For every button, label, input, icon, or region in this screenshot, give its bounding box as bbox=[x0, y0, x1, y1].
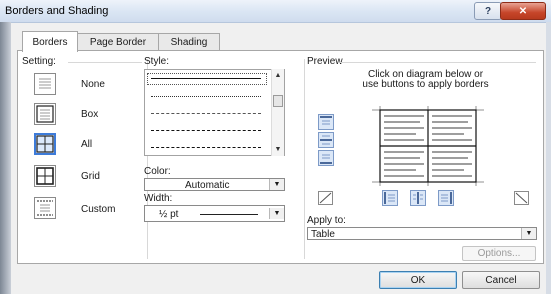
setting-all-icon[interactable] bbox=[34, 133, 56, 155]
width-value: ½ pt bbox=[159, 209, 179, 220]
setting-rule bbox=[68, 62, 142, 63]
scroll-thumb[interactable] bbox=[273, 95, 283, 107]
preview-diagram[interactable] bbox=[370, 106, 486, 186]
width-sample-line bbox=[200, 214, 258, 215]
tab-shading-label: Shading bbox=[170, 37, 208, 48]
inside-horizontal-border-button[interactable] bbox=[318, 132, 334, 148]
color-label: Color: bbox=[144, 166, 171, 177]
tab-borders-label: Borders bbox=[32, 36, 68, 48]
width-dropdown[interactable]: ½ pt ▼ bbox=[144, 205, 285, 222]
style-option-dashed[interactable] bbox=[151, 130, 261, 131]
color-dropdown[interactable]: Automatic ▼ bbox=[144, 178, 285, 191]
style-list[interactable] bbox=[144, 69, 285, 156]
help-button[interactable]: ? bbox=[474, 2, 502, 20]
setting-label: Setting: bbox=[22, 56, 56, 67]
window-right-edge bbox=[546, 22, 551, 294]
color-value: Automatic bbox=[185, 180, 230, 191]
inside-vertical-border-icon bbox=[413, 192, 423, 204]
bottom-border-button[interactable] bbox=[318, 150, 334, 166]
window-left-edge bbox=[0, 22, 11, 294]
tab-page-border-label: Page Border bbox=[89, 37, 147, 48]
preview-rule bbox=[340, 62, 536, 63]
scroll-up-icon[interactable]: ▲ bbox=[272, 69, 284, 81]
tab-page-border[interactable]: Page Border bbox=[76, 33, 160, 51]
tab-borders[interactable]: Borders bbox=[22, 31, 78, 52]
diagonal-up-border-button[interactable] bbox=[514, 191, 529, 205]
help-icon: ? bbox=[484, 5, 492, 17]
borders-panel: Setting: None Box All Grid Custom Style:… bbox=[17, 50, 544, 264]
chevron-down-icon[interactable]: ▼ bbox=[521, 228, 536, 239]
chevron-down-icon[interactable]: ▼ bbox=[269, 208, 284, 219]
diagonal-up-icon bbox=[515, 192, 528, 204]
apply-to-label: Apply to: bbox=[307, 215, 346, 226]
diagonal-down-icon bbox=[319, 192, 332, 204]
style-option-solid[interactable] bbox=[151, 78, 261, 79]
chevron-down-icon[interactable]: ▼ bbox=[269, 179, 284, 190]
style-list-selection bbox=[147, 73, 267, 85]
setting-grid-icon[interactable] bbox=[34, 165, 56, 187]
tab-shading[interactable]: Shading bbox=[158, 33, 220, 51]
apply-to-value: Table bbox=[311, 229, 335, 240]
style-option-dash-dot[interactable] bbox=[151, 147, 261, 148]
ok-button[interactable]: OK bbox=[379, 271, 457, 289]
options-button[interactable]: Options... bbox=[462, 246, 536, 261]
apply-to-dropdown[interactable]: Table ▼ bbox=[307, 227, 537, 240]
options-button-label: Options... bbox=[477, 248, 521, 259]
bottom-border-icon bbox=[320, 154, 332, 164]
inside-vertical-border-button[interactable] bbox=[410, 190, 426, 206]
diagonal-down-border-button[interactable] bbox=[318, 191, 333, 205]
top-border-icon bbox=[320, 116, 332, 125]
style-label: Style: bbox=[144, 56, 170, 67]
style-option-dotted[interactable] bbox=[151, 96, 261, 97]
setting-none-label[interactable]: None bbox=[81, 79, 105, 90]
close-icon: ✕ bbox=[518, 5, 528, 17]
inside-horizontal-border-icon bbox=[320, 135, 332, 145]
preview-instructions-2: use buttons to apply borders bbox=[362, 79, 489, 90]
style-option-dashed-short[interactable] bbox=[151, 113, 261, 114]
window-title: Borders and Shading bbox=[5, 5, 109, 17]
left-border-button[interactable] bbox=[382, 190, 398, 206]
cancel-button[interactable]: Cancel bbox=[462, 271, 540, 289]
scroll-down-icon[interactable]: ▼ bbox=[272, 143, 284, 155]
setting-box-label[interactable]: Box bbox=[81, 109, 98, 120]
right-border-icon bbox=[441, 192, 452, 204]
setting-none-icon[interactable] bbox=[34, 73, 56, 95]
separator-right bbox=[304, 59, 305, 259]
setting-custom-label[interactable]: Custom bbox=[81, 204, 115, 215]
preview-label: Preview bbox=[307, 56, 343, 67]
setting-grid-label[interactable]: Grid bbox=[81, 171, 100, 182]
setting-box-icon[interactable] bbox=[34, 103, 56, 125]
top-border-button[interactable] bbox=[318, 114, 334, 130]
ok-button-label: OK bbox=[410, 274, 426, 286]
setting-all-label[interactable]: All bbox=[81, 139, 92, 150]
cancel-button-label: Cancel bbox=[485, 274, 517, 286]
style-scrollbar[interactable]: ▲ ▼ bbox=[271, 69, 284, 156]
close-button[interactable]: ✕ bbox=[500, 2, 546, 20]
setting-custom-icon[interactable] bbox=[34, 197, 56, 219]
right-border-button[interactable] bbox=[438, 190, 454, 206]
width-label: Width: bbox=[144, 193, 173, 204]
left-border-icon bbox=[384, 192, 395, 204]
